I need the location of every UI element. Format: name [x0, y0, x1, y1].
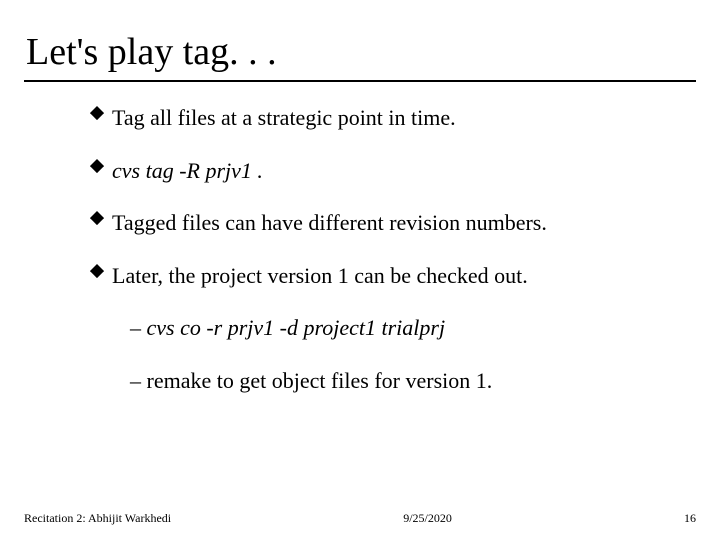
bullet-text: Tagged files can have different revision… [112, 209, 547, 238]
diamond-bullet-icon [90, 211, 104, 225]
diamond-bullet-icon [90, 159, 104, 173]
bullet-list: Tag all files at a strategic point in ti… [90, 104, 696, 290]
footer-date: 9/25/2020 [171, 511, 684, 526]
diamond-bullet-icon [90, 106, 104, 120]
list-item: Later, the project version 1 can be chec… [90, 262, 696, 291]
bullet-text: Tag all files at a strategic point in ti… [112, 104, 456, 133]
list-item: Tagged files can have different revision… [90, 209, 696, 238]
bullet-text: cvs tag -R prjv1 . [112, 157, 263, 186]
slide: Let's play tag. . . Tag all files at a s… [0, 0, 720, 540]
bullet-text: Later, the project version 1 can be chec… [112, 262, 528, 291]
page-number: 16 [684, 511, 696, 526]
list-item: cvs tag -R prjv1 . [90, 157, 696, 186]
list-item: Tag all files at a strategic point in ti… [90, 104, 696, 133]
sub-list: cvs co -r prjv1 -d project1 trialprj rem… [130, 314, 696, 395]
footer: Recitation 2: Abhijit Warkhedi 9/25/2020… [0, 511, 720, 526]
slide-title: Let's play tag. . . [24, 30, 696, 82]
diamond-bullet-icon [90, 264, 104, 278]
sub-item: remake to get object files for version 1… [130, 367, 696, 396]
footer-left: Recitation 2: Abhijit Warkhedi [24, 511, 171, 526]
sub-item: cvs co -r prjv1 -d project1 trialprj [130, 314, 696, 343]
